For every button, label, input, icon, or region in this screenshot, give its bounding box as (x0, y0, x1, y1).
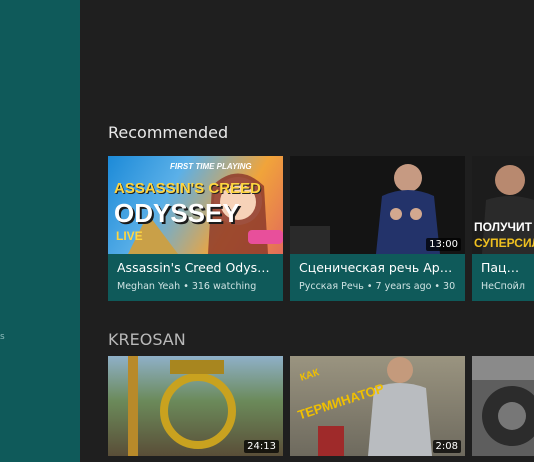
video-thumbnail: КАК ТЕРМИНАТОР 2:08 (290, 356, 465, 456)
thumbnail-label: ODYSSEY (114, 198, 240, 228)
video-title: Assassin's Creed Odyssey -... (117, 260, 274, 275)
video-thumbnail: ПОЛУЧИТ СУПЕРСИЛ (472, 156, 534, 254)
video-card[interactable]: FIRST TIME PLAYING ASSASSIN'S CREED ODYS… (108, 156, 283, 301)
video-subtitle: НеСпойлер • (481, 281, 525, 292)
video-duration: 24:13 (244, 440, 279, 453)
thumbnail-label: ПОЛУЧИТ (474, 220, 532, 234)
video-title: Пацаны – (481, 260, 525, 275)
video-thumbnail (472, 356, 534, 456)
video-card[interactable]: КАК ТЕРМИНАТОР 2:08 (290, 356, 465, 456)
video-thumbnail: 13:00 (290, 156, 465, 254)
section-title-kreosan: KREOSAN (108, 330, 186, 349)
section-title-recommended: Recommended (108, 123, 229, 142)
video-duration: 13:00 (426, 238, 461, 251)
video-subtitle: Русская Речь • 7 years ago • 303K v (299, 281, 456, 292)
video-card[interactable]: 24:13 (108, 356, 283, 456)
video-title: Сценическая речь Артику... (299, 260, 456, 275)
video-duration: 2:08 (432, 440, 461, 453)
thumbnail-art (472, 356, 534, 446)
live-badge: LIVE (116, 229, 143, 243)
video-subtitle: Meghan Yeah • 316 watching (117, 281, 257, 292)
left-sidebar: s (0, 0, 80, 462)
video-card[interactable]: 13:00 Сценическая речь Артику... Русская… (290, 156, 465, 301)
video-card[interactable]: ПОЛУЧИТ СУПЕРСИЛ Пацаны – НеСпойлер • (472, 156, 534, 301)
video-thumbnail: 24:13 (108, 356, 283, 456)
thumbnail-label: СУПЕРСИЛ (474, 236, 534, 250)
main-content: Recommended FIRST TIME PLAYING ASSASSIN'… (80, 0, 534, 462)
sidebar-hint-text: s (0, 332, 5, 342)
thumbnail-label: FIRST TIME PLAYING (170, 162, 252, 171)
video-card[interactable] (472, 356, 534, 456)
thumbnail-label: ASSASSIN'S CREED (114, 180, 261, 197)
video-thumbnail: FIRST TIME PLAYING ASSASSIN'S CREED ODYS… (108, 156, 283, 254)
